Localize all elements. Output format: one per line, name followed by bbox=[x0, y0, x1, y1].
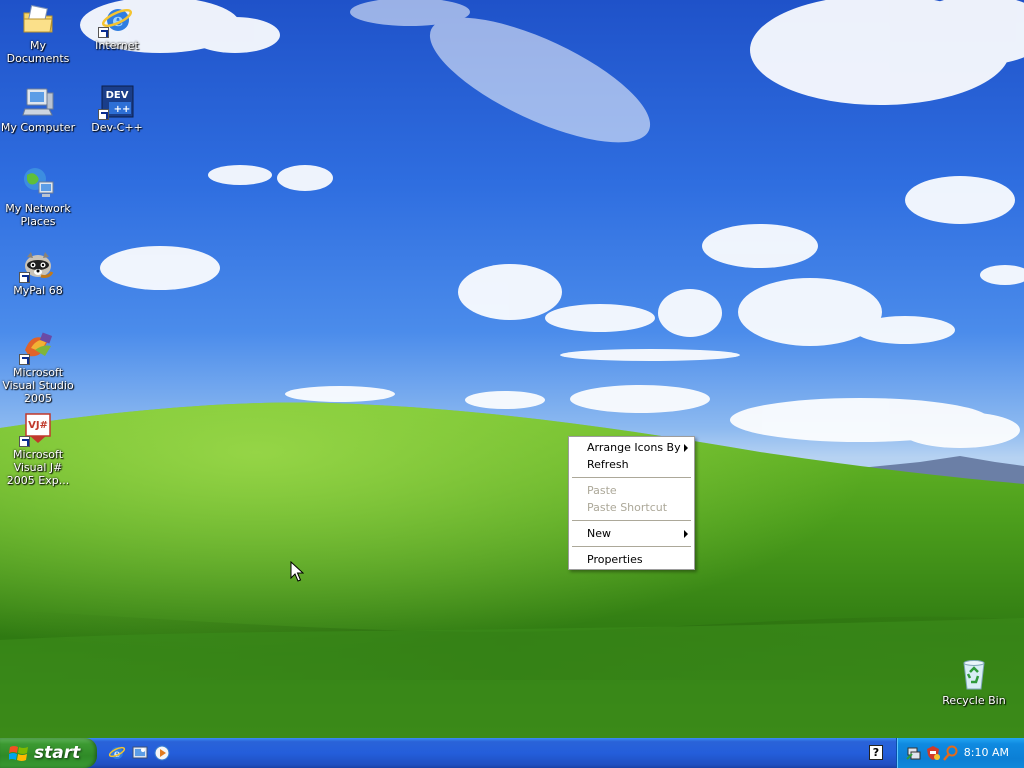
menu-item-label: Refresh bbox=[587, 458, 629, 471]
menu-item-label: Arrange Icons By bbox=[587, 441, 681, 454]
desktop-icon-visual-studio[interactable]: Microsoft Visual Studio 2005 bbox=[0, 330, 78, 405]
submenu-arrow-icon bbox=[684, 444, 688, 452]
security-icon[interactable] bbox=[925, 745, 941, 761]
menu-item-refresh[interactable]: Refresh bbox=[569, 456, 694, 473]
windows-flag-icon bbox=[9, 746, 28, 761]
recycle-bin-icon bbox=[957, 658, 991, 692]
shortcut-arrow-icon bbox=[19, 272, 30, 283]
taskbar: start e ? 8:10 AM bbox=[0, 738, 1024, 768]
menu-item-arrange-icons-by[interactable]: Arrange Icons By bbox=[569, 439, 694, 456]
desktop-icon-my-documents[interactable]: My Documents bbox=[0, 3, 78, 65]
shortcut-arrow-icon bbox=[98, 109, 109, 120]
help-icon[interactable]: ? bbox=[869, 745, 883, 760]
desktop-icon-visual-jsharp[interactable]: VJ# Microsoft Visual J# 2005 Exp... bbox=[0, 412, 78, 487]
devcpp-icon: DEV ++ bbox=[98, 85, 134, 120]
mypal-raccoon-icon bbox=[19, 248, 55, 283]
menu-item-paste: Paste bbox=[569, 482, 694, 499]
shortcut-arrow-icon bbox=[19, 436, 30, 447]
show-desktop-icon[interactable] bbox=[131, 744, 149, 762]
start-label: start bbox=[34, 743, 81, 763]
menu-separator bbox=[572, 546, 691, 547]
clock[interactable]: 8:10 AM bbox=[964, 746, 1009, 759]
desktop-context-menu: Arrange Icons By Refresh Paste Paste Sho… bbox=[568, 436, 695, 570]
start-button[interactable]: start bbox=[0, 738, 97, 768]
desktop-icon-devcpp[interactable]: DEV ++ Dev-C++ bbox=[77, 85, 157, 134]
visual-jsharp-icon-text: VJ# bbox=[28, 420, 48, 431]
visual-jsharp-icon: VJ# bbox=[19, 412, 55, 447]
desktop-icon-label: Microsoft Visual Studio 2005 bbox=[2, 366, 74, 405]
menu-item-properties[interactable]: Properties bbox=[569, 551, 694, 568]
desktop-icon-label: Microsoft Visual J# 2005 Exp... bbox=[6, 448, 70, 487]
visual-studio-icon bbox=[19, 330, 55, 365]
desktop-icon-label: Internet bbox=[95, 39, 139, 52]
search-icon[interactable] bbox=[943, 745, 959, 761]
desktop-icon-mypal[interactable]: MyPal 68 bbox=[0, 248, 78, 297]
computer-icon bbox=[21, 85, 55, 119]
desktop-icon-label: MyPal 68 bbox=[13, 284, 63, 297]
internet-explorer-icon[interactable]: e bbox=[108, 744, 126, 762]
desktop-icon-my-network-places[interactable]: My Network Places bbox=[0, 166, 78, 228]
network-places-icon bbox=[21, 166, 55, 200]
network-icon[interactable] bbox=[906, 745, 922, 761]
folder-documents-icon bbox=[21, 3, 55, 37]
menu-item-label: New bbox=[587, 527, 611, 540]
media-player-icon[interactable] bbox=[153, 744, 171, 762]
desktop-icon-label: Dev-C++ bbox=[91, 121, 143, 134]
menu-separator bbox=[572, 477, 691, 478]
desktop-icon-recycle-bin[interactable]: Recycle Bin bbox=[934, 658, 1014, 707]
menu-item-label: Paste Shortcut bbox=[587, 501, 668, 514]
menu-item-paste-shortcut: Paste Shortcut bbox=[569, 499, 694, 516]
menu-item-label: Paste bbox=[587, 484, 617, 497]
desktop-icon-label: My Network Places bbox=[5, 202, 71, 228]
internet-explorer-icon: e bbox=[98, 3, 134, 38]
desktop-icon-label: My Documents bbox=[6, 39, 70, 65]
menu-separator bbox=[572, 520, 691, 521]
desktop-icon-label: My Computer bbox=[0, 121, 76, 134]
desktop-icon-my-computer[interactable]: My Computer bbox=[0, 85, 78, 134]
system-tray: 8:10 AM bbox=[896, 738, 1024, 768]
shortcut-arrow-icon bbox=[98, 27, 109, 38]
mouse-pointer-icon bbox=[290, 561, 304, 582]
svg-text:++: ++ bbox=[114, 104, 131, 115]
submenu-arrow-icon bbox=[684, 530, 688, 538]
desktop-icon-internet[interactable]: e Internet bbox=[77, 3, 157, 52]
shortcut-arrow-icon bbox=[19, 354, 30, 365]
desktop-icon-label: Recycle Bin bbox=[942, 694, 1006, 707]
menu-item-label: Properties bbox=[587, 553, 643, 566]
devcpp-icon-text: DEV bbox=[106, 90, 129, 101]
menu-item-new[interactable]: New bbox=[569, 525, 694, 542]
